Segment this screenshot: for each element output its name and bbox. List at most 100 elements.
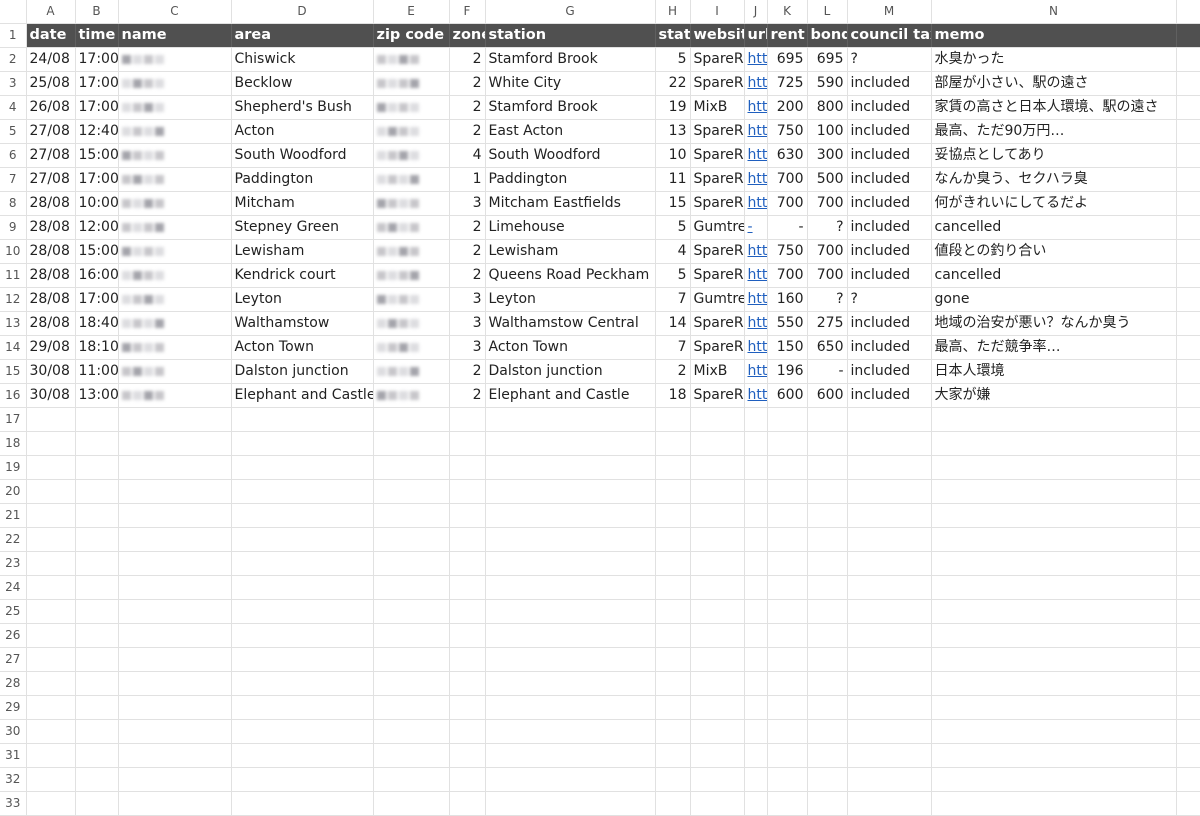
cell-station[interactable]: Elephant and Castle xyxy=(485,383,656,408)
cell-bond[interactable]: ? xyxy=(807,215,848,240)
cell-website[interactable]: SpareR xyxy=(690,311,745,336)
empty-cell[interactable] xyxy=(767,647,808,672)
cell-zip-code-redacted[interactable] xyxy=(373,119,450,144)
cell-memo[interactable]: 値段との釣り合い xyxy=(931,239,1177,264)
cell-council-tax[interactable]: included xyxy=(847,191,932,216)
row-header[interactable]: 18 xyxy=(0,431,27,456)
cell-stati[interactable]: 4 xyxy=(655,239,691,264)
cell-area[interactable]: Stepney Green xyxy=(231,215,374,240)
empty-cell[interactable] xyxy=(485,791,656,816)
cell-bond[interactable]: 100 xyxy=(807,119,848,144)
empty-cell[interactable] xyxy=(231,743,374,768)
empty-cell[interactable] xyxy=(75,599,119,624)
cell-station[interactable]: Acton Town xyxy=(485,335,656,360)
cell-memo[interactable]: 最高、ただ競争率… xyxy=(931,335,1177,360)
empty-cell[interactable] xyxy=(690,551,745,576)
empty-cell[interactable] xyxy=(75,479,119,504)
empty-cell[interactable] xyxy=(373,647,450,672)
cell-empty[interactable] xyxy=(1176,167,1200,192)
empty-cell[interactable] xyxy=(744,527,768,552)
cell-rent[interactable]: 750 xyxy=(767,239,808,264)
cell-empty[interactable] xyxy=(1176,239,1200,264)
row-header[interactable]: 24 xyxy=(0,575,27,600)
row-header[interactable]: 27 xyxy=(0,647,27,672)
cell-rent[interactable]: - xyxy=(767,215,808,240)
header-cell-rent[interactable]: rent xyxy=(767,23,808,48)
cell-url[interactable]: - xyxy=(744,215,768,240)
empty-cell[interactable] xyxy=(744,647,768,672)
cell-date[interactable]: 30/08 xyxy=(26,359,76,384)
cell-website[interactable]: SpareR xyxy=(690,47,745,72)
cell-station[interactable]: Stamford Brook xyxy=(485,95,656,120)
cell-empty[interactable] xyxy=(1176,215,1200,240)
cell-zip-code-redacted[interactable] xyxy=(373,71,450,96)
column-header-g[interactable]: G xyxy=(485,0,656,24)
cell-station[interactable]: Limehouse xyxy=(485,215,656,240)
cell-rent[interactable]: 700 xyxy=(767,191,808,216)
empty-cell[interactable] xyxy=(485,695,656,720)
empty-cell[interactable] xyxy=(744,575,768,600)
empty-cell[interactable] xyxy=(931,551,1177,576)
empty-cell[interactable] xyxy=(231,455,374,480)
empty-cell[interactable] xyxy=(690,647,745,672)
cell-memo[interactable]: 部屋が小さい、駅の遠さ xyxy=(931,71,1177,96)
column-header-k[interactable]: K xyxy=(767,0,808,24)
cell-bond[interactable]: 590 xyxy=(807,71,848,96)
empty-cell[interactable] xyxy=(373,575,450,600)
empty-cell[interactable] xyxy=(485,599,656,624)
cell-website[interactable]: SpareR xyxy=(690,383,745,408)
empty-cell[interactable] xyxy=(655,551,691,576)
empty-cell[interactable] xyxy=(767,767,808,792)
cell-bond[interactable]: 500 xyxy=(807,167,848,192)
empty-cell[interactable] xyxy=(847,719,932,744)
empty-cell[interactable] xyxy=(373,767,450,792)
empty-cell[interactable] xyxy=(118,551,232,576)
empty-cell[interactable] xyxy=(1176,503,1200,528)
cell-empty[interactable] xyxy=(1176,95,1200,120)
cell-website[interactable]: MixB xyxy=(690,95,745,120)
empty-cell[interactable] xyxy=(931,719,1177,744)
empty-cell[interactable] xyxy=(690,743,745,768)
cell-url[interactable]: htt xyxy=(744,71,768,96)
cell-area[interactable]: Leyton xyxy=(231,287,374,312)
cell-zone[interactable]: 2 xyxy=(449,239,486,264)
row-header[interactable]: 12 xyxy=(0,287,27,312)
column-header-m[interactable]: M xyxy=(847,0,932,24)
empty-cell[interactable] xyxy=(1176,407,1200,432)
empty-cell[interactable] xyxy=(847,407,932,432)
cell-time[interactable]: 11:00 xyxy=(75,359,119,384)
cell-area[interactable]: Lewisham xyxy=(231,239,374,264)
empty-cell[interactable] xyxy=(847,623,932,648)
empty-cell[interactable] xyxy=(449,551,486,576)
empty-cell[interactable] xyxy=(931,431,1177,456)
cell-name-redacted[interactable] xyxy=(118,167,232,192)
empty-cell[interactable] xyxy=(690,599,745,624)
row-header[interactable]: 26 xyxy=(0,623,27,648)
empty-cell[interactable] xyxy=(807,479,848,504)
cell-empty[interactable] xyxy=(1176,311,1200,336)
cell-name-redacted[interactable] xyxy=(118,143,232,168)
cell-stati[interactable]: 14 xyxy=(655,311,691,336)
cell-council-tax[interactable]: included xyxy=(847,95,932,120)
cell-council-tax[interactable]: included xyxy=(847,143,932,168)
empty-cell[interactable] xyxy=(807,743,848,768)
empty-cell[interactable] xyxy=(75,791,119,816)
cell-website[interactable]: MixB xyxy=(690,359,745,384)
empty-cell[interactable] xyxy=(118,455,232,480)
empty-cell[interactable] xyxy=(485,647,656,672)
cell-stati[interactable]: 7 xyxy=(655,287,691,312)
cell-council-tax[interactable]: included xyxy=(847,359,932,384)
cell-zip-code-redacted[interactable] xyxy=(373,263,450,288)
empty-cell[interactable] xyxy=(807,695,848,720)
empty-cell[interactable] xyxy=(449,695,486,720)
cell-station[interactable]: Queens Road Peckham xyxy=(485,263,656,288)
empty-cell[interactable] xyxy=(744,791,768,816)
cell-website[interactable]: Gumtre xyxy=(690,215,745,240)
empty-cell[interactable] xyxy=(1176,743,1200,768)
empty-cell[interactable] xyxy=(807,431,848,456)
cell-empty[interactable] xyxy=(1176,71,1200,96)
cell-zip-code-redacted[interactable] xyxy=(373,47,450,72)
cell-zip-code-redacted[interactable] xyxy=(373,287,450,312)
cell-memo[interactable]: なんか臭う、セクハラ臭 xyxy=(931,167,1177,192)
empty-cell[interactable] xyxy=(449,743,486,768)
